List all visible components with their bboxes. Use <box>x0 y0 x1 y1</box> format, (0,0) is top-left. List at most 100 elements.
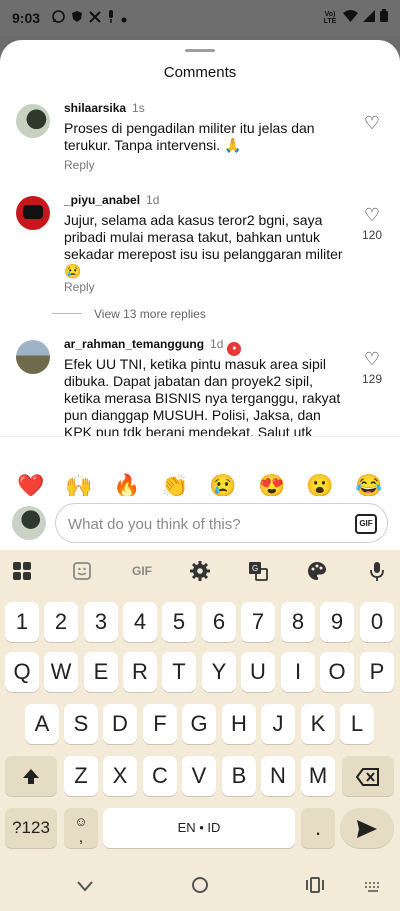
like-heart-icon[interactable]: ♡ <box>362 114 382 132</box>
key-b[interactable]: B <box>222 756 256 796</box>
comment-time: 1d <box>146 193 160 207</box>
view-more-replies-button[interactable]: View 13 more replies <box>94 307 206 321</box>
status-notification-icons <box>52 10 127 27</box>
comment-input-box[interactable]: GIF <box>55 503 388 543</box>
key-s[interactable]: S <box>64 704 98 744</box>
comment-username[interactable]: _piyu_anabel 1d <box>64 193 159 207</box>
key-l[interactable]: L <box>340 704 374 744</box>
recents-icon[interactable] <box>300 876 330 898</box>
key-v[interactable]: V <box>182 756 216 796</box>
comment-username[interactable]: ar_rahman_temanggung 1d ● <box>64 337 242 356</box>
comment-time: 1d <box>210 337 224 351</box>
period-key[interactable]: . <box>301 808 335 848</box>
key-o[interactable]: O <box>320 652 354 692</box>
comment-username[interactable]: shilaarsika 1s <box>64 101 145 115</box>
comment-input[interactable] <box>68 513 338 535</box>
key-5[interactable]: 5 <box>162 602 196 642</box>
status-bar: 9:03 Vo) LTE <box>0 0 400 36</box>
emoji-comma-key[interactable]: ☺ , <box>64 808 98 848</box>
translate-icon[interactable]: G <box>245 560 271 582</box>
key-q[interactable]: Q <box>5 652 39 692</box>
status-time: 9:03 <box>12 10 41 26</box>
username-text[interactable]: _piyu_anabel <box>64 193 140 207</box>
key-r[interactable]: R <box>123 652 157 692</box>
view-more-divider <box>52 313 82 314</box>
status-system-icons: Vo) LTE <box>322 9 388 26</box>
x-icon <box>89 10 101 27</box>
key-3[interactable]: 3 <box>84 602 118 642</box>
soft-keyboard: GIF G 1 2 3 4 5 6 7 8 9 0 Q W E R T Y U … <box>0 550 400 911</box>
key-a[interactable]: A <box>25 704 59 744</box>
key-g[interactable]: G <box>182 704 216 744</box>
key-f[interactable]: F <box>143 704 177 744</box>
key-7[interactable]: 7 <box>241 602 275 642</box>
avatar[interactable] <box>16 104 50 138</box>
reply-button[interactable]: Reply <box>64 158 95 172</box>
comment-text: Proses di pengadilan militer itu jelas d… <box>64 120 315 153</box>
dot-icon <box>121 11 127 27</box>
key-8[interactable]: 8 <box>281 602 315 642</box>
like-heart-icon[interactable]: ♡ <box>362 350 382 368</box>
key-d[interactable]: D <box>103 704 137 744</box>
gif-icon[interactable]: GIF <box>127 560 157 582</box>
reaction-bar: ❤️ 🙌 🔥 👏 😢 😍 😮 😂 <box>0 436 400 498</box>
palette-icon[interactable] <box>304 560 330 582</box>
send-key[interactable] <box>340 808 394 848</box>
verified-badge-icon: ● <box>227 342 242 356</box>
key-p[interactable]: P <box>360 652 394 692</box>
reply-button[interactable]: Reply <box>64 280 95 294</box>
username-text[interactable]: shilaarsika <box>64 101 126 115</box>
key-i[interactable]: I <box>281 652 315 692</box>
sticker-icon[interactable] <box>69 560 95 582</box>
sheet-title: Comments <box>163 64 237 81</box>
home-circle-icon[interactable] <box>185 876 215 899</box>
key-4[interactable]: 4 <box>123 602 157 642</box>
space-key[interactable]: EN • ID <box>103 808 295 848</box>
settings-icon[interactable] <box>187 560 213 582</box>
key-2[interactable]: 2 <box>44 602 78 642</box>
avatar[interactable] <box>16 340 50 374</box>
my-avatar <box>12 506 46 540</box>
key-1[interactable]: 1 <box>5 602 39 642</box>
gif-button[interactable]: GIF <box>355 514 377 534</box>
shift-icon <box>23 769 39 785</box>
key-c[interactable]: C <box>143 756 177 796</box>
back-chevron-icon[interactable] <box>70 876 100 898</box>
mic-icon[interactable] <box>364 560 390 582</box>
key-m[interactable]: M <box>301 756 335 796</box>
key-w[interactable]: W <box>44 652 78 692</box>
keyboard-switch-icon[interactable] <box>358 876 388 898</box>
signal-icon <box>363 9 375 26</box>
key-n[interactable]: N <box>261 756 295 796</box>
key-x[interactable]: X <box>103 756 137 796</box>
comment-time: 1s <box>132 101 145 115</box>
backspace-icon <box>355 768 379 787</box>
symbols-key[interactable]: ?123 <box>5 808 57 848</box>
like-count: 120 <box>361 228 383 242</box>
comment-composer: GIF <box>0 496 400 550</box>
key-z[interactable]: Z <box>64 756 98 796</box>
username-text[interactable]: ar_rahman_temanggung <box>64 337 204 351</box>
key-u[interactable]: U <box>241 652 275 692</box>
comma-label: , <box>78 829 84 846</box>
key-t[interactable]: T <box>162 652 196 692</box>
svg-text:G: G <box>252 564 258 573</box>
key-0[interactable]: 0 <box>360 602 394 642</box>
drag-handle[interactable] <box>185 49 215 52</box>
apps-icon[interactable] <box>9 560 35 582</box>
key-e[interactable]: E <box>84 652 118 692</box>
backspace-key[interactable] <box>342 756 394 796</box>
like-heart-icon[interactable]: ♡ <box>362 206 382 224</box>
key-y[interactable]: Y <box>202 652 236 692</box>
system-nav-bar <box>0 866 400 911</box>
battery-icon <box>380 9 388 26</box>
key-6[interactable]: 6 <box>202 602 236 642</box>
mic-icon <box>107 10 115 27</box>
key-h[interactable]: H <box>222 704 256 744</box>
key-k[interactable]: K <box>301 704 335 744</box>
avatar[interactable] <box>16 196 50 230</box>
shift-key[interactable] <box>5 756 57 796</box>
key-9[interactable]: 9 <box>320 602 354 642</box>
key-j[interactable]: J <box>261 704 295 744</box>
keyboard-toolbar: GIF G <box>0 550 400 592</box>
